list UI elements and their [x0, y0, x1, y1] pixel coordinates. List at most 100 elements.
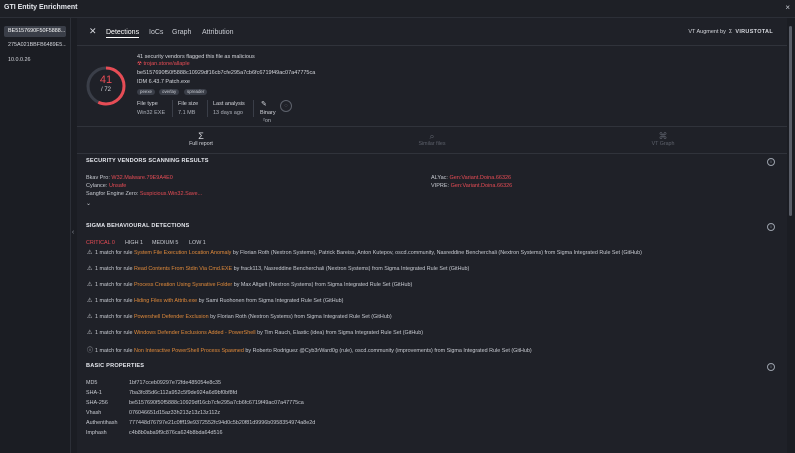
rule-link[interactable]: Powershell Defender Exclusion: [134, 314, 209, 320]
rule-link[interactable]: System File Execution Location Anomaly: [134, 250, 231, 256]
tab-graph[interactable]: Graph: [172, 29, 191, 36]
vendor-result: Sangfor Engine Zero: Suspicious.Win32.Sa…: [86, 191, 202, 197]
binary-label: Binary: [260, 110, 276, 116]
similar-files-label: Similar files: [418, 141, 446, 147]
sigma-icon: Σ: [198, 131, 204, 141]
warning-icon: ⚠: [87, 298, 93, 304]
action-bar: Σ Full report ⌕ Similar files ⌘ VT Graph: [77, 126, 787, 154]
close-icon[interactable]: ×: [785, 3, 790, 12]
file-size-value: 7.1 MB: [178, 110, 196, 116]
property-value[interactable]: 7ba3fc85d6c112a952c5f9de924a6d9bf0bf8fd: [129, 390, 237, 396]
scrollbar[interactable]: [787, 18, 795, 453]
window-title: GTI Entity Enrichment: [4, 4, 78, 11]
rule-author: by Sami Ruohonen from Sigma Integrated R…: [198, 298, 344, 304]
threat-label-text: trojan.stone/allaple: [143, 61, 190, 67]
vendor-result: VIPRE: Gen:Variant.Doina.66326: [431, 183, 512, 189]
sigma-heading: SIGMA BEHAVIOURAL DETECTIONS: [86, 223, 190, 229]
severity-low[interactable]: LOW 1: [189, 240, 206, 246]
property-value[interactable]: 1bf717cceb09297e72fde485054e8c35: [129, 380, 221, 386]
divider: [207, 100, 208, 117]
property-value[interactable]: c4b8b0aba9f9c876ca624b8bda64d516: [129, 430, 223, 436]
close-panel-icon[interactable]: ✕: [89, 26, 97, 37]
detection-headline: 41 security vendors flagged this file as…: [137, 54, 255, 60]
severity-high[interactable]: HIGH 1: [125, 240, 143, 246]
vendor-verdict[interactable]: Unsafe: [109, 183, 126, 189]
rule-author: by Florian Roth (Nextron Systems) from S…: [210, 314, 392, 320]
rule-link[interactable]: Process Creation Using Sysnative Folder: [134, 282, 232, 288]
tab-iocs[interactable]: IoCs: [149, 29, 163, 36]
sigma-rule-row: ⚠ 1 match for rule Process Creation Using…: [87, 281, 412, 288]
rule-link[interactable]: Hiding Files with Attrib.exe: [134, 298, 197, 304]
rule-prefix: 1 match for rule: [95, 348, 133, 354]
rule-author: by frack113, Nasreddine Bencherchali (Ne…: [233, 266, 470, 272]
sigma-rule-row: ⓘ 1 match for rule Non Interactive PowerS…: [87, 345, 532, 354]
vendor-name: Bkav Pro:: [86, 175, 110, 181]
rule-link[interactable]: Read Contents From Stdin Via Cmd.EXE: [134, 266, 232, 272]
detection-gauge: 41 / 72: [85, 65, 127, 107]
property-value[interactable]: 076046651d15az33h213z13z13z112z: [129, 410, 220, 416]
virustotal-logo-icon: Σ: [727, 29, 734, 35]
property-value[interactable]: 777448d76797e21c0fff19e9372552fc94d0c5b2…: [129, 420, 315, 426]
detection-total: / 72: [100, 87, 111, 93]
property-label: Vhash: [86, 410, 102, 416]
file-size-label: File size: [178, 101, 199, 107]
severity-critical[interactable]: CRITICAL 0: [86, 240, 115, 246]
rule-prefix: 1 match for rule: [95, 330, 133, 336]
vendor-verdict[interactable]: Suspicious.Win32.Save...: [140, 191, 202, 197]
vt-augment-brand: VT Augment by Σ VIRUSTOTAL: [688, 29, 773, 35]
vendor-name: ALYac:: [431, 175, 448, 181]
info-icon[interactable]: i: [767, 363, 775, 371]
info-icon[interactable]: i: [767, 158, 775, 166]
scan-icon[interactable]: ◌: [280, 100, 292, 112]
sigma-rule-row: ⚠ 1 match for rule System File Execution …: [87, 249, 642, 256]
binary-sublabel: ²on: [263, 118, 271, 124]
property-label: SHA-256: [86, 400, 108, 406]
rule-link[interactable]: Windows Defender Exclusions Added - Powe…: [134, 330, 256, 336]
property-label: SHA-1: [86, 390, 102, 396]
property-label: Authentihash: [86, 420, 118, 426]
expand-vendors-icon[interactable]: ⌄: [86, 200, 91, 207]
last-analysis-value: 13 days ago: [213, 110, 243, 116]
tab-bar: ✕ Detections IoCs Graph Attribution VT A…: [77, 18, 787, 46]
threat-label[interactable]: ☢ trojan.stone/allaple: [137, 61, 190, 67]
rule-prefix: 1 match for rule: [95, 314, 133, 320]
file-name: IDM 6.43.7 Patch.exe: [137, 79, 190, 85]
vendor-verdict[interactable]: Gen:Variant.Doina.66326: [451, 183, 513, 189]
warning-icon: ⚠: [87, 314, 93, 320]
vt-graph-button[interactable]: ⌘ VT Graph: [633, 131, 693, 147]
tag-chip[interactable]: spreader: [184, 89, 208, 95]
sidebar-item-entity-1[interactable]: BE5157690F50F5888...: [4, 26, 66, 37]
binary-icon: ✎: [261, 101, 267, 108]
graph-icon: ⌘: [658, 131, 668, 141]
divider: [172, 100, 173, 117]
vt-graph-label: VT Graph: [651, 141, 675, 147]
tag-chip[interactable]: peexe: [137, 89, 155, 95]
detection-count: 41: [99, 74, 113, 86]
tag-chip[interactable]: overlay: [159, 89, 180, 95]
vendor-result: ALYac: Gen:Variant.Doina.66326: [431, 175, 511, 181]
vendor-verdict[interactable]: W32.Malware.79E9A4E0: [111, 175, 172, 181]
rule-link[interactable]: Non Interactive PowerShell Process Spawn…: [134, 348, 244, 354]
collapse-sidebar-icon[interactable]: ‹: [70, 228, 76, 238]
sidebar: BE5157690F50F5888... 275A021BBFB6489E5..…: [0, 18, 71, 453]
scrollbar-thumb[interactable]: [789, 26, 792, 216]
last-analysis-label: Last analysis: [213, 101, 245, 107]
warning-icon: ⚠: [87, 266, 93, 272]
severity-medium[interactable]: MEDIUM 5: [152, 240, 178, 246]
tab-detections[interactable]: Detections: [106, 29, 140, 38]
properties-heading: BASIC PROPERTIES: [86, 363, 145, 369]
similar-files-button[interactable]: ⌕ Similar files: [402, 131, 462, 147]
vendors-heading: SECURITY VENDORS SCANNING RESULTS: [86, 158, 209, 164]
vendor-name: Sangfor Engine Zero:: [86, 191, 139, 197]
tab-attribution[interactable]: Attribution: [202, 29, 234, 36]
vendor-result: Cylance: Unsafe: [86, 183, 126, 189]
detection-ring: [86, 66, 126, 106]
property-value[interactable]: be5157690f50f5888c10929df16cb7cfe295a7cb…: [129, 400, 304, 406]
sidebar-item-entity-2[interactable]: 275A021BBFB6489E5...: [4, 40, 66, 51]
file-hash[interactable]: be5157690f50f5888c10929df16cb7cfe295a7cb…: [137, 70, 315, 76]
full-report-button[interactable]: Σ Full report: [171, 131, 231, 147]
info-icon[interactable]: i: [767, 223, 775, 231]
window-titlebar: GTI Entity Enrichment ×: [0, 0, 795, 18]
sidebar-item-entity-3[interactable]: 10.0.0.26: [4, 55, 66, 66]
vendor-verdict[interactable]: Gen:Variant.Doina.66326: [449, 175, 511, 181]
